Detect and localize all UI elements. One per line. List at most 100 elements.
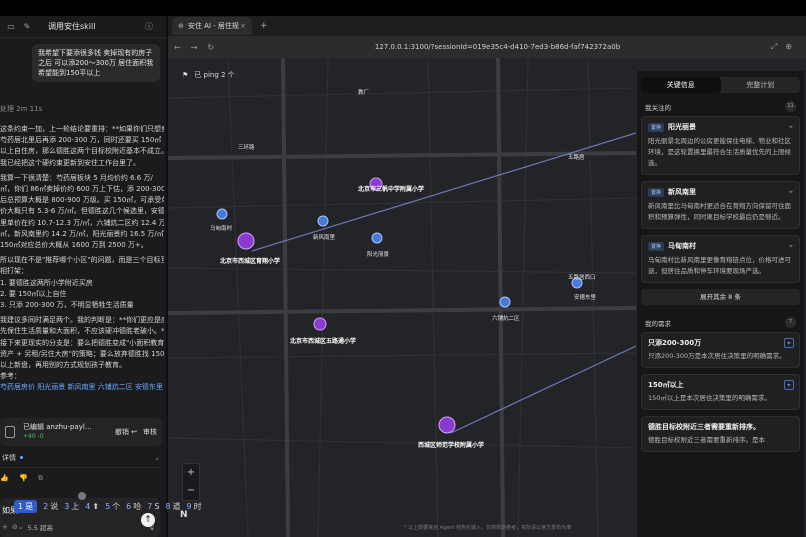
school-label: 北京市三帆中学附属小学 [358, 186, 425, 193]
tab-full-plan[interactable]: 完整计划 [721, 77, 801, 93]
needs-header: 我的需求 7 [645, 317, 796, 328]
browser-window: ⊕ 安住 AI - 居住规 × + ← → ↻ 127.0.0.1:3100/?… [168, 16, 806, 537]
assistant-line: 所以现在不是"推荐哪个小区"的问题，而是三个目标互 [0, 256, 164, 265]
number-option[interactable]: 5个 [105, 501, 120, 512]
pin-icon[interactable]: ⌖ [789, 123, 793, 132]
assistant-line: 1. 要德胜这两所小学附近买房 [0, 278, 93, 287]
ping-indicator[interactable]: ⚑ 已 ping 2 个 [182, 70, 235, 80]
option-number: 3 [64, 502, 70, 511]
permission-icon[interactable]: ⊘⌄ [12, 523, 24, 531]
expand-more-button[interactable]: 展开其余 8 条 [641, 289, 800, 305]
district-label: 新风南里 [313, 235, 336, 241]
edited-file-card[interactable]: 已编辑 anzhu-payl... +40 -0 撤销 ↩ 审核 [0, 418, 162, 446]
ping-label: 已 ping 2 个 [194, 71, 235, 79]
need-card[interactable]: 德胜目标校附近三者需要重新排序。 德胜目标校附近三者需要重新排序。是本 [641, 416, 800, 452]
zoom-out-button[interactable]: − [183, 482, 199, 500]
reference-chip[interactable]: 阳光丽景 [37, 383, 65, 391]
info-panel: 关键信息 完整计划 我关注的 11 置换 阳光丽景 ⌖ 阳光丽景北周边的公房更能保… [636, 71, 804, 537]
need-desc: 150㎡以上是本次居住决策里的明确需求。 [648, 394, 771, 402]
undo-button[interactable]: 撤销 ↩ [115, 427, 137, 437]
details-label: 详情 [2, 453, 16, 462]
district-label: 五路居西口 [568, 275, 596, 281]
browser-tab[interactable]: ⊕ 安住 AI - 居住规 × [172, 17, 252, 35]
number-option[interactable]: 7S [147, 502, 159, 511]
pin-icon[interactable]: ⌖ [789, 242, 793, 251]
forward-icon[interactable]: → [191, 43, 198, 52]
school-label: 北京市西城区五路通小学 [290, 338, 357, 345]
assistant-line: 芍药居北里后再添 200-300 万，同时还要买 150㎡ [0, 136, 162, 145]
reference-chip[interactable]: 六铺炕二区 [98, 383, 133, 391]
option-number: 7 [147, 502, 153, 511]
assistant-line: 2. 要 150㎡以上自住 [0, 289, 67, 298]
review-button[interactable]: 审核 [143, 427, 157, 437]
assistant-line: 参考： [0, 372, 21, 381]
tag-badge: 置换 [648, 187, 665, 197]
new-tab-button[interactable]: + [260, 21, 268, 31]
attention-count: 11 [785, 101, 796, 112]
school-label: 北京市西城区育翔小学 [220, 258, 281, 265]
district-label: 阳光丽景 [367, 252, 390, 258]
thinking-status[interactable]: 处理 2m 11s [0, 104, 42, 114]
community-card[interactable]: 置换 马甸南村 ⌖ 马甸南村比新风南里更像育翔链点位，价格可进可退，但居住品质和停… [641, 235, 800, 283]
info-icon[interactable]: ⓘ [144, 22, 154, 32]
district-label: 五路居 [568, 155, 585, 161]
send-button[interactable]: ↑ [141, 513, 155, 527]
sidebar-toggle-icon[interactable]: ▭ [6, 22, 16, 32]
community-desc: 新风南里比马甸南村更适合在育翔方向保留可住面积和预算弹性，同时离目标学校最后仍是… [648, 202, 791, 221]
input-toolbar: + ⊘⌄ 5.5 超高 🎙 [2, 522, 156, 532]
browser-tools[interactable]: ⤢⊕ [771, 42, 800, 52]
pin-icon[interactable]: ⌖ [784, 380, 794, 390]
number-option[interactable]: 6哈 [126, 501, 141, 512]
reload-icon[interactable]: ↻ [207, 43, 214, 52]
option-number: 4 [85, 502, 91, 511]
option-number: 8 [165, 502, 171, 511]
close-icon[interactable]: × [240, 22, 246, 30]
number-option[interactable]: 1是 [14, 500, 38, 513]
number-option-bar: 1 是 2 说 3 上 4 ⬆ 5 个 6 哈 7 S 8 道 9 时 [14, 500, 202, 513]
url-field[interactable]: 127.0.0.1:3100/?sessionId=019e35c4-d410-… [224, 43, 771, 51]
map-footnote: * 以上数据来自 Agent 结构化输入，仅供规划参考，实际请以官方发布为准 [404, 525, 572, 531]
chevron-down-icon: ⌄ [154, 453, 160, 462]
option-label: 上 [71, 502, 80, 511]
details-toggle[interactable]: 详情 ⌄ [0, 448, 162, 468]
number-option[interactable]: 8道 [165, 501, 180, 512]
message-reactions[interactable]: 👍 👎 ⧉ [0, 474, 47, 483]
need-card[interactable]: 150㎡以上 ⌖ 150㎡以上是本次居住决策里的明确需求。 [641, 374, 800, 410]
option-label: 哈 [133, 502, 142, 511]
assistant-line: 先保住生活质量和大面积，不应该硬冲德胜老破小。** [0, 327, 164, 336]
need-card[interactable]: 只添200-300万 ⌖ 只添200-300万是本次居住决策里的明确需求。 [641, 332, 800, 368]
number-option[interactable]: 2说 [43, 501, 58, 512]
assistant-line: 后总预算大概是 800-900 万级。买 150㎡，可承受单 [0, 196, 164, 205]
need-title: 只添200-300万 [648, 339, 702, 347]
community-card[interactable]: 置换 新风南里 ⌖ 新风南里比马甸南村更适合在育翔方向保留可住面积和预算弹性，同时… [641, 181, 800, 229]
tag-badge: 置换 [648, 241, 665, 251]
needs-count: 7 [785, 317, 796, 328]
need-title: 德胜目标校附近三者需要重新排序。 [648, 423, 760, 431]
pin-icon[interactable]: ⌖ [784, 338, 794, 348]
reference-chip[interactable]: 新风南里 [67, 383, 95, 391]
reference-chip[interactable]: 安德东里 [135, 383, 163, 391]
number-option[interactable]: 4 ⬆ [85, 502, 99, 511]
zoom-controls[interactable]: + − [182, 463, 200, 501]
number-option[interactable]: 9时 [187, 501, 202, 512]
tab-key-info[interactable]: 关键信息 [641, 77, 721, 93]
edited-file-name: 已编辑 anzhu-payl... [23, 423, 92, 431]
diff-stats: +40 -0 [23, 433, 44, 440]
reference-chip[interactable]: 芍药居房价 [0, 383, 35, 391]
community-card[interactable]: 置换 阳光丽景 ⌖ 阳光丽景北周边的公房更能保住电梯、物业和社区环境，是这轮置换里… [641, 116, 800, 175]
assistant-line: ㎡，新风南里约 14.2 万/㎡，阳光丽景约 16.5 万/㎡。 [0, 229, 164, 238]
attention-title: 我关注的 [645, 103, 671, 112]
district-label: 安德东里 [574, 295, 597, 301]
assistant-line: ㎡，你们 86㎡卖掉价约 600 万上下估，添 200-300 万 [0, 185, 164, 194]
number-option[interactable]: 3上 [64, 501, 79, 512]
back-icon[interactable]: ← [174, 43, 181, 52]
option-label: 个 [112, 502, 121, 511]
model-selector[interactable]: 5.5 超高 [28, 522, 53, 532]
new-chat-icon[interactable]: ✎ [22, 22, 32, 32]
pin-icon: ⚑ [182, 71, 189, 79]
attach-button[interactable]: + [2, 523, 8, 531]
option-number: 1 [18, 502, 24, 511]
pin-icon[interactable]: ⌖ [789, 188, 793, 197]
option-label: ⬆ [92, 502, 100, 511]
zoom-in-button[interactable]: + [183, 464, 199, 482]
